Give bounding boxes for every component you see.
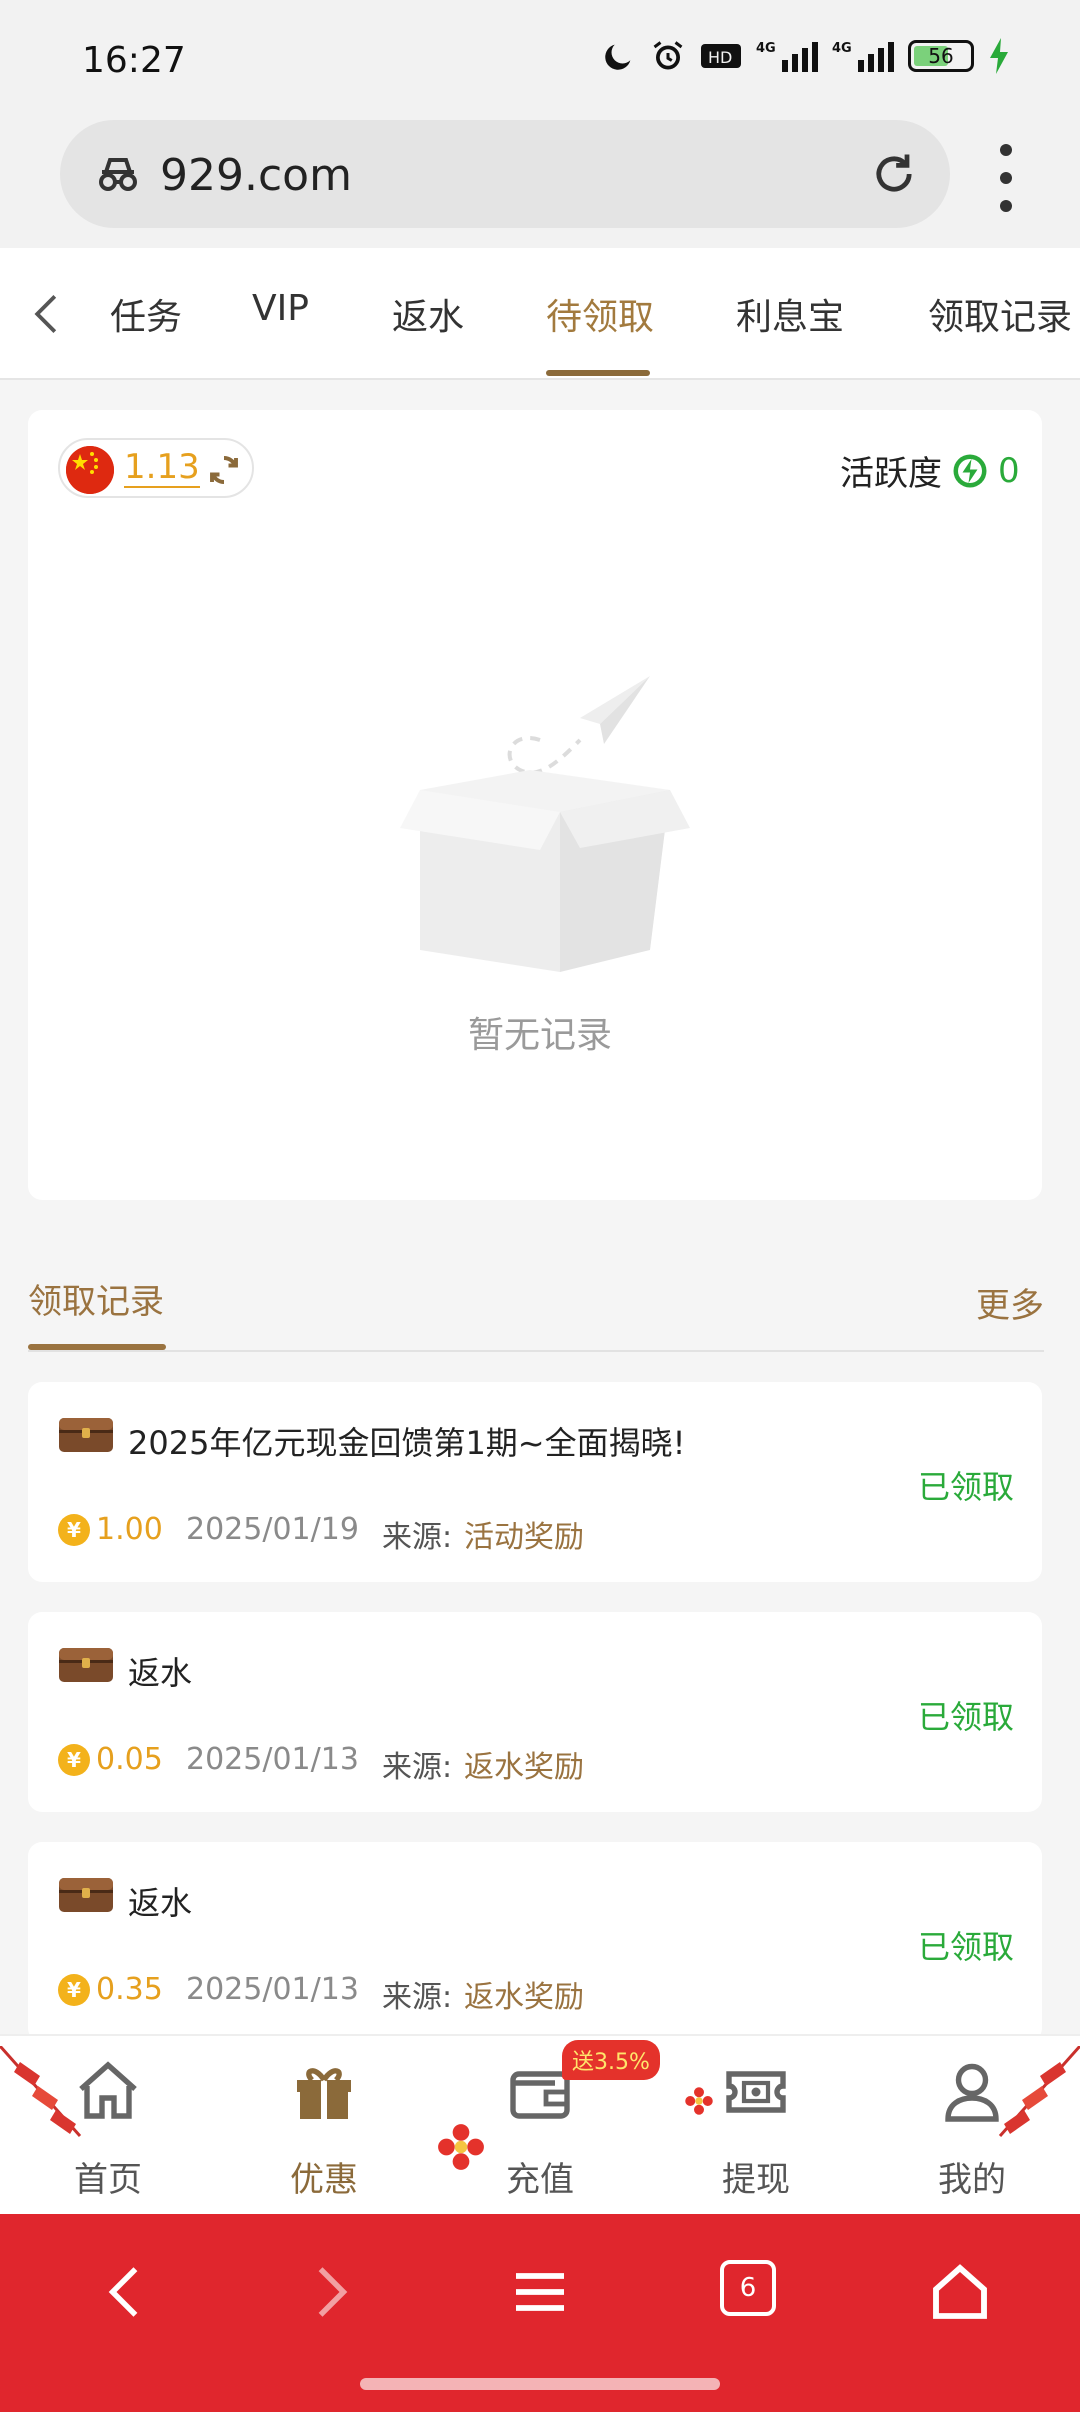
empty-box-icon: [400, 676, 690, 972]
tab-rebate[interactable]: 返水: [392, 288, 464, 340]
back-icon[interactable]: [96, 2260, 152, 2324]
svg-text:4G: 4G: [756, 41, 776, 56]
status-icons: HD 4G 4G 56: [602, 38, 1010, 74]
balance-pill: 1.13: [58, 438, 254, 498]
battery-icon: 56: [908, 40, 974, 72]
china-flag-icon: [66, 446, 114, 494]
record-source-label: 来源:: [382, 1520, 453, 1555]
empty-state-text: 暂无记录: [467, 1015, 612, 1056]
coin-icon: ¥: [58, 1514, 90, 1546]
category-tabs: 任务 VIP 返水 待领取 利息宝 领取记录: [0, 248, 1080, 380]
signal-4g-icon-2: 4G: [832, 41, 894, 72]
active-tab-indicator: [546, 370, 650, 376]
record-amount: 0.05: [96, 1742, 163, 1777]
nav-home-label: 首页: [74, 2160, 142, 2200]
user-icon: [945, 2063, 999, 2122]
nav-mine[interactable]: 我的: [902, 2056, 1042, 2200]
record-source-label: 来源:: [382, 1980, 453, 2015]
record-source-label: 来源:: [382, 1750, 453, 1785]
record-amount: 1.00: [96, 1512, 163, 1547]
incognito-icon: [99, 158, 137, 191]
flower-small-icon: [685, 2087, 713, 2115]
records-title: 领取记录: [28, 1282, 164, 1322]
url-text[interactable]: 929.com: [160, 150, 352, 201]
home-button-icon[interactable]: [928, 2260, 992, 2324]
gesture-bar[interactable]: [360, 2378, 720, 2390]
activity-value: 0: [998, 450, 1020, 491]
treasure-chest-icon: [59, 1878, 113, 1912]
status-bar: 16:27 HD 4G 4G 56: [0, 0, 1080, 112]
moon-icon: [605, 44, 631, 70]
record-name: 返水: [128, 1654, 193, 1692]
treasure-chest-icon: [59, 1648, 113, 1682]
record-name: 2025年亿元现金回馈第1期~全面揭晓!: [128, 1424, 686, 1462]
coin-icon: ¥: [58, 1974, 90, 2006]
record-item[interactable]: 返水 已领取 ¥ 0.05 2025/01/13 来源: 返水奖励: [28, 1612, 1042, 1812]
svg-text:4G: 4G: [832, 41, 852, 56]
nav-deposit-label: 充值: [506, 2160, 574, 2200]
gift-icon: [297, 2068, 351, 2119]
battery-level: 56: [928, 44, 954, 68]
treasure-chest-icon: [59, 1418, 113, 1452]
flower-icon: [438, 2124, 484, 2170]
lightning-icon: [953, 454, 987, 487]
activity-label: 活跃度: [840, 454, 942, 494]
tab-claim-records[interactable]: 领取记录: [928, 288, 1072, 340]
record-date: 2025/01/19: [186, 1512, 359, 1547]
nav-promotions-label: 优惠: [290, 2160, 358, 2200]
alarm-icon: [653, 41, 683, 70]
record-status: 已领取: [917, 1698, 1014, 1736]
svg-text:HD: HD: [708, 48, 732, 67]
record-name: 返水: [128, 1884, 193, 1922]
record-status: 已领取: [917, 1468, 1014, 1506]
record-item[interactable]: 返水 已领取 ¥ 0.35 2025/01/13 来源: 返水奖励: [28, 1842, 1042, 2042]
forward-icon[interactable]: [304, 2260, 360, 2324]
record-date: 2025/01/13: [186, 1742, 359, 1777]
charging-icon: [990, 38, 1008, 74]
tab-vip[interactable]: VIP: [252, 288, 309, 329]
nav-mine-label: 我的: [938, 2160, 1006, 2200]
app-bottom-nav: 首页 优惠 充值 提现 我的: [0, 2034, 1080, 2214]
hd-icon: HD: [701, 44, 741, 68]
deposit-bonus-badge: 送3.5%: [562, 2040, 660, 2080]
tab-count-button[interactable]: 6: [720, 2260, 776, 2316]
withdraw-icon: [726, 2071, 786, 2113]
signal-4g-icon: 4G: [756, 41, 818, 72]
reload-icon[interactable]: [868, 148, 920, 200]
record-item[interactable]: 2025年亿元现金回馈第1期~全面揭晓! 已领取 ¥ 1.00 2025/01/…: [28, 1382, 1042, 1582]
nav-withdraw-label: 提现: [722, 2160, 790, 2200]
record-source: 活动奖励: [464, 1520, 584, 1555]
menu-icon[interactable]: [508, 2260, 572, 2324]
records-title-indicator: [28, 1344, 166, 1350]
record-source: 返水奖励: [464, 1750, 584, 1785]
tab-interest[interactable]: 利息宝: [736, 288, 844, 340]
record-status: 已领取: [917, 1928, 1014, 1966]
coin-icon: ¥: [58, 1744, 90, 1776]
balance-value: 1.13: [124, 447, 200, 488]
tab-pending[interactable]: 待领取: [546, 288, 654, 340]
browser-menu-icon[interactable]: [990, 144, 1020, 214]
status-time: 16:27: [82, 40, 186, 81]
record-amount: 0.35: [96, 1972, 163, 2007]
home-icon: [79, 2061, 137, 2119]
records-divider: [28, 1350, 1044, 1352]
refresh-balance-icon[interactable]: [206, 452, 242, 488]
address-bar[interactable]: 929.com: [60, 120, 950, 228]
browser-toolbar: 929.com: [0, 112, 1080, 248]
activity-indicator: 活跃度 0: [840, 446, 1020, 495]
records-more-link[interactable]: 更多: [976, 1278, 1044, 1327]
nav-home[interactable]: 首页: [38, 2056, 178, 2200]
tab-task[interactable]: 任务: [110, 288, 182, 340]
nav-promotions[interactable]: 优惠: [254, 2056, 394, 2200]
record-date: 2025/01/13: [186, 1972, 359, 2007]
record-source: 返水奖励: [464, 1980, 584, 2015]
tabs-scroll-left-icon[interactable]: [28, 292, 64, 336]
